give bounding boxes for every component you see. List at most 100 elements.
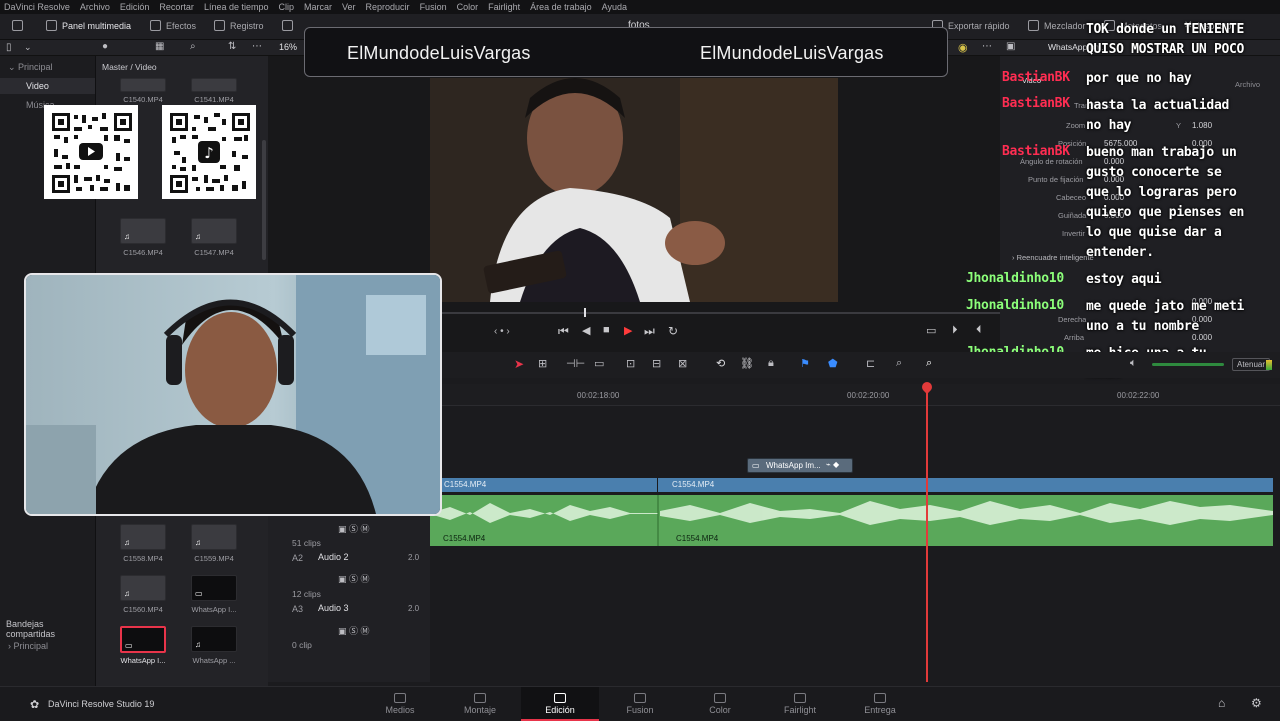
clip-thumbnail[interactable]: ♫ bbox=[191, 626, 237, 652]
chevron-down-icon[interactable]: ⌄ bbox=[24, 42, 32, 53]
clip-thumbnail-selected[interactable]: ▭ bbox=[120, 626, 166, 653]
clip-thumbnail[interactable]: ♫ bbox=[191, 218, 237, 244]
menu-item[interactable]: Archivo bbox=[80, 2, 110, 12]
audio-clip[interactable] bbox=[430, 495, 1273, 546]
page-tab-cut[interactable]: Montaje bbox=[441, 687, 519, 721]
stop-icon[interactable]: ■ bbox=[603, 324, 610, 336]
page-tab-fusion[interactable]: Fusion bbox=[601, 687, 679, 721]
flag-icon[interactable]: ⚑ bbox=[800, 357, 810, 370]
clip-thumbnail[interactable] bbox=[191, 78, 237, 92]
marker-icon[interactable]: ⬟ bbox=[828, 357, 838, 370]
menu-item[interactable]: Reproducir bbox=[366, 2, 410, 12]
selection-tool-icon[interactable]: ➤ bbox=[514, 357, 524, 371]
skip-start-icon[interactable]: ⏮ bbox=[558, 324, 569, 339]
viewer-playhead[interactable] bbox=[584, 308, 586, 317]
menu-item[interactable]: Área de trabajo bbox=[530, 2, 592, 12]
page-tab-edit[interactable]: Edición bbox=[521, 687, 599, 721]
menu-item[interactable]: Ver bbox=[342, 2, 356, 12]
timeline-ruler[interactable]: 00:02:18:00 00:02:20:00 00:02:22:00 bbox=[430, 384, 1280, 406]
menu-item[interactable]: Edición bbox=[120, 2, 150, 12]
zoom-detail-icon[interactable]: ⌕ bbox=[896, 357, 902, 370]
menu-item[interactable]: DaVinci Resolve bbox=[4, 2, 70, 12]
viewer-zoom[interactable]: 16% bbox=[279, 42, 297, 52]
home-icon[interactable]: ⌂ bbox=[1218, 696, 1225, 710]
lock-icon[interactable]: 🔒︎ bbox=[768, 357, 774, 370]
match-frame-icon[interactable]: ▭ bbox=[926, 324, 936, 337]
search-icon[interactable]: ⌕ bbox=[190, 41, 196, 52]
track-controls-icon[interactable]: ▣ Ⓢ Ⓜ bbox=[338, 572, 370, 585]
more-options-icon[interactable]: ⋯ bbox=[252, 41, 262, 52]
inspector-label: Guiñada bbox=[1058, 211, 1087, 220]
monitor-icon[interactable] bbox=[12, 20, 23, 31]
panel-toggle-icon[interactable]: ▯ bbox=[6, 42, 12, 53]
menu-item[interactable]: Recortar bbox=[159, 2, 194, 12]
track-clip-count: 12 clips bbox=[292, 589, 321, 599]
shared-bin-principal[interactable]: › Principal bbox=[8, 641, 48, 651]
thumb-size-slider[interactable]: ● bbox=[102, 41, 108, 52]
timeline-playhead[interactable] bbox=[926, 384, 928, 682]
track-controls-icon[interactable]: ▣ Ⓢ Ⓜ bbox=[338, 522, 370, 535]
viewer-scrubber[interactable] bbox=[430, 312, 1000, 314]
inspector-tab-file[interactable]: Archivo bbox=[1235, 80, 1260, 89]
insert-clip-icon[interactable]: ⊡ bbox=[626, 357, 635, 370]
dynamic-trim-icon[interactable]: ⊣⊢ bbox=[566, 357, 585, 370]
more-options-icon[interactable]: ⋯ bbox=[982, 41, 992, 52]
effects-button[interactable]: Efectos bbox=[150, 20, 196, 31]
blade-tool-icon[interactable]: ▭ bbox=[594, 357, 604, 370]
play-reverse-icon[interactable]: ◀ bbox=[582, 324, 590, 337]
track-controls-icon[interactable]: ▣ Ⓢ Ⓜ bbox=[338, 624, 370, 637]
loop-icon[interactable]: ↻ bbox=[668, 324, 678, 338]
grid-view-icon[interactable]: ▦ bbox=[155, 41, 164, 52]
menu-item[interactable]: Ayuda bbox=[602, 2, 627, 12]
menu-item[interactable]: Clip bbox=[278, 2, 294, 12]
zoom-custom-icon[interactable]: ⌕ bbox=[926, 357, 932, 370]
mixer-button[interactable]: Mezclador bbox=[1028, 20, 1086, 31]
bin-scrollbar[interactable] bbox=[262, 140, 266, 260]
link-icon[interactable]: ⛓ bbox=[740, 357, 754, 370]
attenuate-button[interactable]: Atenuar bbox=[1232, 358, 1271, 371]
jog-icon[interactable]: ‹ • › bbox=[494, 326, 510, 337]
menu-item[interactable]: Línea de tiempo bbox=[204, 2, 269, 12]
volume-slider[interactable] bbox=[1152, 363, 1224, 366]
sort-icon[interactable]: ⇅ bbox=[228, 41, 236, 52]
speaker-icon[interactable]: 🔈︎ bbox=[1130, 357, 1137, 370]
next-edit-icon[interactable]: ⏵ bbox=[952, 324, 958, 337]
color-picker-icon[interactable]: ◉ bbox=[958, 41, 968, 54]
menu-item[interactable]: Fusion bbox=[420, 2, 447, 12]
clip-thumbnail[interactable]: ♫ bbox=[120, 218, 166, 244]
overwrite-clip-icon[interactable]: ⊟ bbox=[652, 357, 661, 370]
menu-item[interactable]: Color bbox=[457, 2, 479, 12]
page-tab-deliver[interactable]: Entrega bbox=[841, 687, 919, 721]
sidebar-item-video[interactable]: Video bbox=[0, 78, 95, 94]
skip-end-icon[interactable]: ⏭ bbox=[644, 324, 655, 339]
video-clip[interactable]: C1554.MP4 bbox=[658, 478, 1273, 492]
page-tab-media[interactable]: Medios bbox=[361, 687, 439, 721]
zoom-full-icon[interactable]: ⊏ bbox=[866, 357, 875, 370]
media-pool-button[interactable]: Panel multimedia bbox=[46, 20, 131, 31]
clip-thumbnail[interactable]: ♫ bbox=[120, 575, 166, 601]
title-clip[interactable]: ▭ WhatsApp Im... ⌁ ◆ bbox=[747, 458, 853, 473]
prev-edit-icon[interactable]: ⏴ bbox=[976, 324, 982, 337]
trim-tool-icon[interactable]: ⊞ bbox=[538, 357, 547, 370]
snapping-icon[interactable]: ⟲ bbox=[716, 357, 725, 370]
clip-thumbnail[interactable]: ▭ bbox=[191, 575, 237, 601]
gear-icon[interactable]: ⚙ bbox=[1251, 696, 1262, 710]
smart-reframe-section[interactable]: › Reencuadre inteligente bbox=[1012, 253, 1094, 262]
menu-item[interactable]: Marcar bbox=[304, 2, 332, 12]
menu-item[interactable]: Fairlight bbox=[488, 2, 520, 12]
viewer-video-frame[interactable] bbox=[430, 78, 838, 302]
clip-thumbnail[interactable]: ♫ bbox=[120, 524, 166, 550]
index-button[interactable]: Registro bbox=[214, 20, 264, 31]
clip-thumbnail[interactable]: ♫ bbox=[191, 524, 237, 550]
track-name[interactable]: Audio 3 bbox=[318, 603, 349, 613]
track-name[interactable]: Audio 2 bbox=[318, 552, 349, 562]
page-tab-color[interactable]: Color bbox=[681, 687, 759, 721]
play-icon[interactable]: ▶ bbox=[624, 324, 632, 337]
sidebar-section-principal[interactable]: ⌄ Principal bbox=[8, 62, 53, 73]
sound-library-icon[interactable] bbox=[282, 20, 293, 31]
effects-icon bbox=[150, 20, 161, 31]
clip-thumbnail[interactable] bbox=[120, 78, 166, 92]
replace-clip-icon[interactable]: ⊠ bbox=[678, 357, 687, 370]
page-tab-fairlight[interactable]: Fairlight bbox=[761, 687, 839, 721]
video-clip[interactable]: C1554.MP4 bbox=[430, 478, 657, 492]
